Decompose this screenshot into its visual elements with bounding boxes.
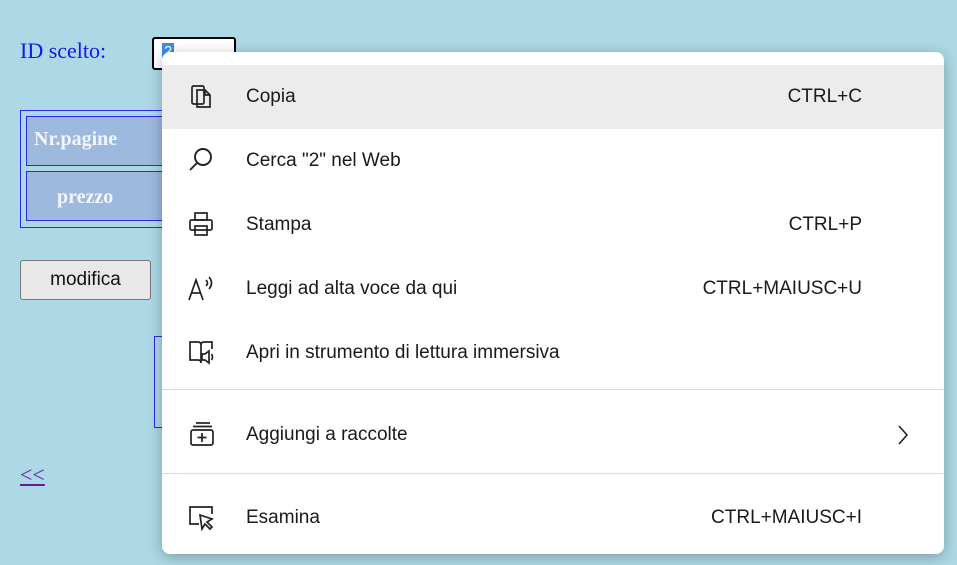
- read-aloud-icon: [186, 273, 216, 303]
- immersive-reader-label: Apri in strumento di lettura immersiva: [246, 342, 560, 363]
- chevron-right-icon: [896, 422, 910, 448]
- menu-item-search-web[interactable]: Cerca "2" nel Web: [162, 129, 944, 193]
- print-shortcut: CTRL+P: [788, 214, 862, 235]
- inspect-label: Esamina: [246, 507, 320, 528]
- id-label: ID scelto:: [20, 38, 107, 63]
- search-web-label: Cerca "2" nel Web: [246, 150, 401, 171]
- search-icon: [186, 145, 216, 175]
- immersive-reader-icon: [186, 337, 216, 367]
- menu-item-read-aloud[interactable]: Leggi ad alta voce da qui CTRL+MAIUSC+U: [162, 257, 944, 321]
- copy-shortcut: CTRL+C: [787, 86, 862, 107]
- print-label: Stampa: [246, 214, 312, 235]
- inspect-icon: [186, 502, 216, 532]
- read-aloud-shortcut: CTRL+MAIUSC+U: [702, 278, 862, 299]
- read-aloud-label: Leggi ad alta voce da qui: [246, 278, 458, 299]
- inspect-shortcut: CTRL+MAIUSC+I: [711, 507, 862, 528]
- copy-label: Copia: [246, 86, 296, 107]
- menu-item-print[interactable]: Stampa CTRL+P: [162, 193, 944, 257]
- print-icon: [186, 209, 216, 239]
- menu-item-immersive-reader[interactable]: Apri in strumento di lettura immersiva: [162, 321, 944, 385]
- menu-separator: [162, 389, 944, 390]
- menu-item-add-to-collections[interactable]: Aggiungi a raccolte: [162, 403, 944, 467]
- modifica-button[interactable]: modifica: [20, 260, 151, 300]
- menu-item-inspect[interactable]: Esamina CTRL+MAIUSC+I: [162, 486, 944, 550]
- copy-icon: [186, 81, 216, 111]
- nr-pagine-label: Nr.pagine: [34, 128, 118, 150]
- menu-item-copy[interactable]: Copia CTRL+C: [162, 65, 944, 129]
- add-to-collections-label: Aggiungi a raccolte: [246, 424, 408, 445]
- collections-icon: [186, 419, 216, 449]
- prezzo-label: prezzo: [57, 186, 114, 208]
- menu-separator: [162, 473, 944, 474]
- context-menu: Copia CTRL+C Cerca "2" nel Web Stampa CT…: [162, 52, 944, 554]
- back-link[interactable]: <<: [20, 462, 45, 488]
